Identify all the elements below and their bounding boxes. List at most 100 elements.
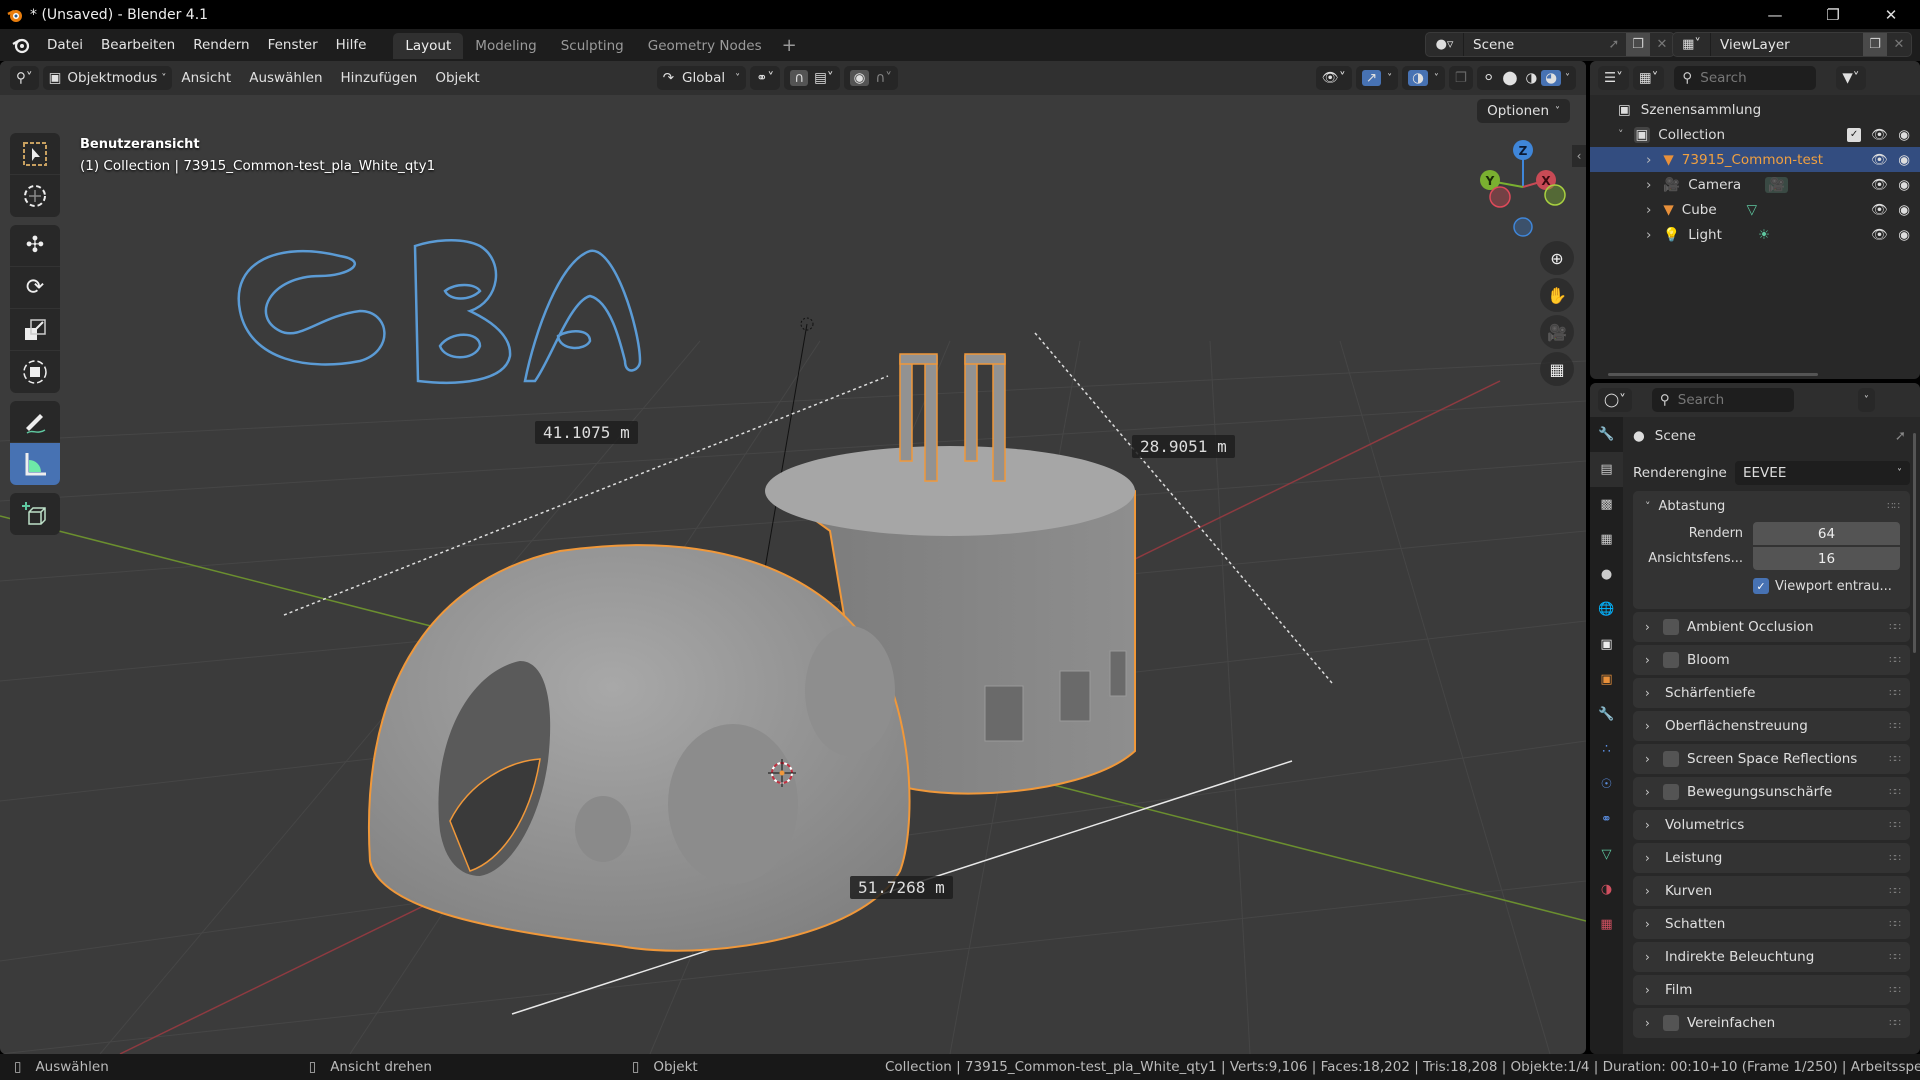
expand-chevron-icon[interactable]: › bbox=[1646, 177, 1651, 193]
menu-ansicht[interactable]: Ansicht bbox=[172, 70, 240, 86]
properties-scrollbar[interactable] bbox=[1913, 433, 1916, 653]
scale-tool[interactable] bbox=[10, 309, 60, 351]
drag-handle-icon[interactable]: ∷∷ bbox=[1889, 622, 1901, 633]
rotate-tool[interactable]: ⟳ bbox=[10, 267, 60, 309]
annotate-tool[interactable] bbox=[10, 401, 60, 443]
tab-geometry-nodes[interactable]: Geometry Nodes bbox=[636, 33, 774, 59]
viewport-samples-field[interactable]: 16 bbox=[1753, 547, 1900, 570]
menu-rendern[interactable]: Rendern bbox=[184, 33, 258, 57]
options-dropdown[interactable]: Optionen ˅ bbox=[1477, 99, 1570, 123]
zoom-button[interactable]: ⊕ bbox=[1540, 241, 1574, 275]
drag-handle-icon[interactable]: ∷∷ bbox=[1887, 501, 1900, 512]
delete-scene-button[interactable]: ✕ bbox=[1650, 33, 1674, 56]
mesh-data-icon[interactable]: ▽ bbox=[1747, 202, 1757, 218]
light-data-icon[interactable]: ☀ bbox=[1758, 227, 1770, 243]
camera-render-icon[interactable]: ◉ bbox=[1898, 202, 1910, 218]
drag-handle-icon[interactable]: ∷∷ bbox=[1889, 721, 1901, 732]
duplicate-viewlayer-button[interactable]: ❐ bbox=[1863, 33, 1887, 56]
panel-screen-space-reflections[interactable]: › Screen Space Reflections ∷∷ bbox=[1633, 744, 1910, 774]
menu-hinzufuegen[interactable]: Hinzufügen bbox=[332, 70, 427, 86]
menu-objekt[interactable]: Objekt bbox=[426, 70, 488, 86]
transform-orientation-dropdown[interactable]: ↷ Global ˅ bbox=[656, 66, 747, 90]
outliner-search-input[interactable]: ⚲ Search bbox=[1674, 66, 1817, 90]
gizmo-toggle-icon[interactable]: ↗ bbox=[1361, 70, 1382, 86]
gizmo-neg-y[interactable] bbox=[1544, 184, 1566, 206]
panel-enable-checkbox[interactable] bbox=[1663, 751, 1679, 767]
tab-layout[interactable]: Layout bbox=[393, 33, 464, 59]
panel-vereinfachen[interactable]: › Vereinfachen ∷∷ bbox=[1633, 1008, 1910, 1038]
drag-handle-icon[interactable]: ∷∷ bbox=[1889, 952, 1901, 963]
menu-hilfe[interactable]: Hilfe bbox=[327, 33, 376, 57]
chevron-down-icon[interactable]: ˅ bbox=[1434, 73, 1439, 84]
chevron-down-icon[interactable]: ˅ bbox=[1561, 73, 1574, 84]
camera-render-icon[interactable]: ◉ bbox=[1898, 227, 1910, 243]
panel-enable-checkbox[interactable] bbox=[1663, 1015, 1679, 1031]
tab-data[interactable]: ▽ bbox=[1590, 837, 1623, 872]
camera-data-icon[interactable]: 🎥 bbox=[1765, 176, 1789, 193]
tab-texture[interactable]: ▦ bbox=[1590, 907, 1623, 942]
render-samples-field[interactable]: 64 bbox=[1753, 522, 1900, 545]
cursor-tool[interactable] bbox=[10, 175, 60, 217]
tab-scene[interactable]: ● bbox=[1590, 557, 1623, 592]
properties-options-dropdown[interactable]: ˅ bbox=[1857, 388, 1875, 412]
tab-world[interactable]: 🌐 bbox=[1590, 592, 1623, 627]
snap-toggle-icon[interactable]: ∩ bbox=[790, 70, 809, 86]
measure-tool[interactable] bbox=[10, 443, 60, 485]
eye-icon[interactable]: 👁 bbox=[1871, 177, 1888, 193]
viewlayer-selector[interactable]: ▦˅ ViewLayer ❐ ✕ bbox=[1672, 32, 1912, 57]
solid-shading-icon[interactable]: ⬤ bbox=[1498, 70, 1521, 86]
duplicate-scene-button[interactable]: ❐ bbox=[1626, 33, 1650, 56]
sampling-header[interactable]: ˅ Abtastung ∷∷ bbox=[1633, 491, 1910, 521]
tab-object[interactable]: ▣ bbox=[1590, 662, 1623, 697]
drag-handle-icon[interactable]: ∷∷ bbox=[1889, 919, 1901, 930]
drag-handle-icon[interactable]: ∷∷ bbox=[1889, 1018, 1901, 1029]
panel-enable-checkbox[interactable] bbox=[1663, 652, 1679, 668]
drag-handle-icon[interactable]: ∷∷ bbox=[1889, 820, 1901, 831]
outliner-root[interactable]: ▣ Szenensammlung bbox=[1590, 97, 1920, 122]
panel-sch-rfentiefe[interactable]: › Schärfentiefe ∷∷ bbox=[1633, 678, 1910, 708]
collapse-sidebar-button[interactable]: ‹ bbox=[1572, 145, 1586, 167]
checkbox-checked-icon[interactable]: ✓ bbox=[1753, 578, 1769, 594]
drag-handle-icon[interactable]: ∷∷ bbox=[1889, 655, 1901, 666]
pan-button[interactable]: ✋ bbox=[1540, 278, 1574, 312]
drag-handle-icon[interactable]: ∷∷ bbox=[1889, 787, 1901, 798]
add-cube-tool[interactable] bbox=[10, 493, 60, 535]
tab-physics[interactable]: ☉ bbox=[1590, 767, 1623, 802]
tab-view-layer[interactable]: ▦ bbox=[1590, 522, 1623, 557]
editor-type-button[interactable]: ⚲˅ bbox=[10, 66, 39, 90]
render-engine-dropdown[interactable]: EEVEE ˅ bbox=[1735, 461, 1910, 485]
properties-search-input[interactable]: ⚲ Search bbox=[1651, 388, 1794, 412]
exclude-checkbox[interactable]: ✓ bbox=[1847, 127, 1862, 142]
outliner-editor-type[interactable]: ☰˅ bbox=[1598, 66, 1629, 90]
expand-chevron-icon[interactable]: › bbox=[1646, 227, 1651, 243]
camera-render-icon[interactable]: ◉ bbox=[1898, 152, 1910, 168]
panel-ambient-occlusion[interactable]: › Ambient Occlusion ∷∷ bbox=[1633, 612, 1910, 642]
viewlayer-name[interactable]: ViewLayer bbox=[1711, 37, 1863, 53]
panel-indirekte-beleuchtung[interactable]: › Indirekte Beleuchtung ∷∷ bbox=[1633, 942, 1910, 972]
camera-render-icon[interactable]: ◉ bbox=[1898, 127, 1910, 143]
transform-tool[interactable] bbox=[10, 351, 60, 393]
display-mode-dropdown[interactable]: ▦˅ bbox=[1632, 66, 1665, 90]
snap-target-icon[interactable]: ▤˅ bbox=[814, 70, 834, 86]
expand-chevron-icon[interactable]: › bbox=[1646, 202, 1651, 218]
tab-modifiers[interactable]: 🔧 bbox=[1590, 697, 1623, 732]
proportional-edit-icon[interactable]: ◉ bbox=[849, 70, 870, 86]
tab-modeling[interactable]: Modeling bbox=[463, 33, 548, 59]
tab-collection[interactable]: ▣ bbox=[1590, 627, 1623, 662]
panel-bewegungsunsch-rfe[interactable]: › Bewegungsunschärfe ∷∷ bbox=[1633, 777, 1910, 807]
material-shading-icon[interactable]: ◑ bbox=[1521, 70, 1541, 86]
camera-render-icon[interactable]: ◉ bbox=[1898, 177, 1910, 193]
xray-toggle[interactable]: ❐ bbox=[1448, 66, 1474, 90]
restore-button[interactable]: ❐ bbox=[1804, 0, 1862, 29]
menu-bearbeiten[interactable]: Bearbeiten bbox=[92, 33, 184, 57]
drag-handle-icon[interactable]: ∷∷ bbox=[1889, 886, 1901, 897]
drag-handle-icon[interactable]: ∷∷ bbox=[1889, 853, 1901, 864]
tab-constraints[interactable]: ⚭ bbox=[1590, 802, 1623, 837]
eye-icon[interactable]: 👁 bbox=[1871, 227, 1888, 243]
drag-handle-icon[interactable]: ∷∷ bbox=[1889, 754, 1901, 765]
panel-kurven[interactable]: › Kurven ∷∷ bbox=[1633, 876, 1910, 906]
menu-fenster[interactable]: Fenster bbox=[259, 33, 327, 57]
rendered-shading-icon[interactable]: ◕ bbox=[1541, 70, 1561, 86]
minimize-button[interactable]: — bbox=[1746, 0, 1804, 29]
tab-material[interactable]: ◑ bbox=[1590, 872, 1623, 907]
